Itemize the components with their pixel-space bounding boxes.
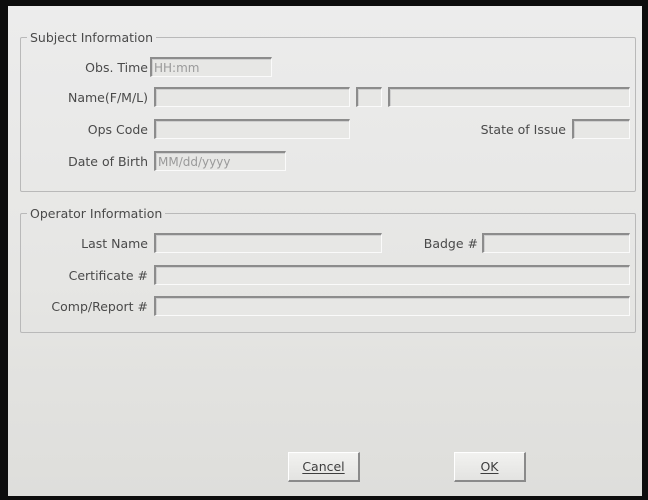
obs-time-label: Obs. Time — [85, 60, 148, 75]
operator-last-name-input[interactable] — [154, 233, 382, 253]
operator-information-legend: Operator Information — [30, 206, 163, 221]
cancel-button[interactable]: Cancel — [288, 452, 360, 482]
date-of-birth-label: Date of Birth — [68, 154, 148, 169]
last-name-input[interactable] — [388, 87, 630, 107]
ok-button[interactable]: OK — [454, 452, 526, 482]
badge-input[interactable] — [482, 233, 630, 253]
comp-report-label: Comp/Report # — [51, 299, 148, 314]
certificate-input[interactable] — [154, 265, 630, 285]
badge-label: Badge # — [423, 236, 478, 251]
operator-last-name-label: Last Name — [81, 236, 148, 251]
first-name-input[interactable] — [154, 87, 350, 107]
middle-initial-input[interactable] — [356, 87, 382, 107]
ops-code-label: Ops Code — [87, 122, 148, 137]
name-label: Name(F/M/L) — [68, 90, 148, 105]
obs-time-input[interactable] — [150, 57, 272, 77]
subject-information-legend: Subject Information — [30, 30, 154, 45]
date-of-birth-input[interactable] — [154, 151, 286, 171]
certificate-label: Certificate # — [68, 268, 148, 283]
state-of-issue-label: State of Issue — [480, 122, 566, 137]
comp-report-input[interactable] — [154, 296, 630, 316]
dialog-screen: Subject Information Obs. Time Name(F/M/L… — [8, 6, 642, 496]
ops-code-input[interactable] — [154, 119, 350, 139]
state-of-issue-input[interactable] — [572, 119, 630, 139]
